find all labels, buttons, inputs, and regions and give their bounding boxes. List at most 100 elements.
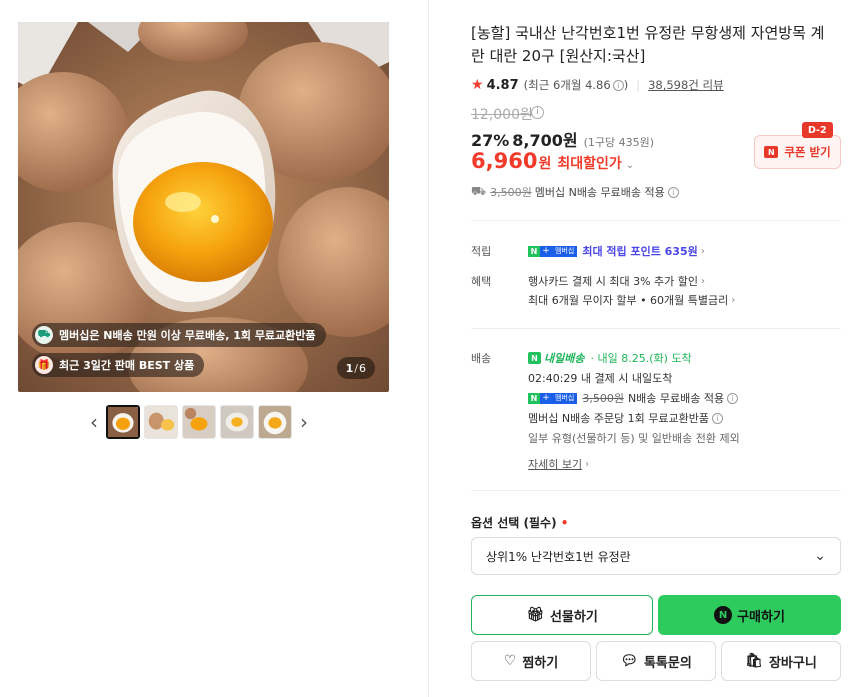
coupon-dday-badge: D-2 [802,122,833,138]
original-price: 12,000원 [471,107,533,123]
thumbnail-5[interactable] [258,405,292,439]
rating-row: ★ 4.87 (최근 6개월 4.86 i ) | 38,598건 리뷰 [471,77,724,93]
heart-icon: ♡ [503,653,517,669]
max-discount-price: 6,960 [471,149,538,173]
gift-icon: 🎁︎ [526,607,544,623]
coupon-button[interactable]: N 쿠폰 받기 [754,135,841,169]
thumbnail-strip: ‹ › [84,405,314,439]
perks-label: 혜택 [471,275,492,288]
option-select[interactable]: 상위1% 난각번호1번 유정란 ⌄ [471,537,841,575]
rating-score: 4.87 [486,77,519,93]
separator: | [636,78,641,92]
delivery-truck-icon: ⛟ [35,326,53,344]
cart-icon: 🛍︎ [745,653,763,669]
chevron-down-icon: ⌄ [625,160,635,171]
delivery-arrival-row: N 내일배송 · 내일 8.25.(화) 도착 [528,350,692,366]
thumbnail-1[interactable] [106,405,140,439]
image-counter-current: 1 [345,361,354,375]
shipping-summary: ⛟ 3,500원 멤버십 N배송 무료배송 적용 i [471,184,679,200]
delivery-free-row: N + 멤버십 3,500원 N배송 무료배송 적용 i [528,390,739,406]
coupon-label: 쿠폰 받기 [784,145,831,159]
sale-price-row: 27% 8,700원 (1구당 435원) [471,127,654,151]
info-icon[interactable]: i [712,412,724,424]
max-discount-row[interactable]: 6,960 원 최대할인가 ⌄ [471,149,634,173]
chevron-right-icon: › [701,275,705,287]
chevron-right-icon: › [700,245,705,257]
cart-button[interactable]: 🛍︎ 장바구니 [721,641,841,681]
best-seller-badge-text: 최근 3일간 판매 BEST 상품 [59,359,195,372]
returns-row: 멤버십 N배송 주문당 1회 무료교환반품 i [528,410,724,426]
shipping-free-text: 멤버십 N배송 무료배송 적용 [534,186,665,199]
buy-button[interactable]: N 구매하기 [658,595,841,635]
sale-price: 8,700원 [512,131,578,150]
tomorrow-label: 내일배송 [544,352,585,365]
info-icon[interactable]: i [727,392,739,404]
perk-installment-text: 최대 6개월 무이자 할부 • 60개월 특별금리 [528,294,729,307]
product-title: [농할] 국내산 난각번호1번 유정란 무항생제 자연방목 계란 대란 20구 … [471,24,825,65]
gift-button[interactable]: 🎁︎ 선물하기 [471,595,653,635]
naver-n-icon: N [714,606,733,624]
points-text: 최대 적립 포인트 635원 [582,245,698,258]
unit-price: (1구당 435원) [583,136,655,149]
price-info-icon[interactable]: i [531,106,544,119]
membership-badge: ⛟ 멤버십은 N배송 만원 이상 무료배송, 1회 무료교환반품 [32,323,326,347]
image-counter-total: 6 [359,361,366,375]
section-divider [471,220,841,221]
talktalk-inquiry-button[interactable]: 💬︎ 톡톡문의 [596,641,716,681]
option-label-text: 옵션 선택 (필수) [471,516,557,530]
section-divider [471,490,841,491]
delivery-free-text: N배송 무료배송 적용 [627,392,725,405]
naver-membership-icon: N + 멤버십 [528,245,578,257]
points-row[interactable]: N + 멤버십 최대 적립 포인트 635원 › [528,243,705,259]
option-label: 옵션 선택 (필수) • [471,514,568,531]
image-counter-separator: / [354,361,358,375]
rating-recent: (최근 6개월 4.86 [523,78,611,92]
thumbnail-4[interactable] [220,405,254,439]
image-counter: 1 / 6 [336,357,375,379]
buy-label: 구매하기 [737,609,785,625]
perk-card-text: 행사카드 결제 시 최대 3% 추가 할인 [528,275,698,288]
best-seller-badge: 🎁 최근 3일간 판매 BEST 상품 [32,353,205,377]
naver-n-icon: N [528,352,541,364]
thumbnail-2[interactable] [144,405,178,439]
info-icon[interactable]: i [667,186,679,198]
delivery-label: 배송 [471,352,492,365]
review-count-link[interactable]: 38,598건 리뷰 [648,77,724,93]
chevron-right-icon[interactable]: › [294,405,314,439]
chevron-right-icon: › [585,458,590,470]
required-mark: • [560,516,569,530]
delivery-cutoff: 02:40:29 내 결제 시 내일도착 [528,372,673,385]
chevron-down-icon: ⌄ [814,548,826,564]
arrival-date: · 내일 8.25.(화) 도착 [590,352,692,365]
points-label: 적립 [471,245,492,258]
column-divider [428,0,429,697]
wishlist-label: 찜하기 [522,655,559,671]
delivery-fee-strike: 3,500원 [582,392,624,405]
section-divider [471,328,841,329]
delivery-exception: 일부 유형(선물하기 등) 및 일반배송 전환 제외 [528,432,740,445]
info-icon[interactable]: i [612,79,624,91]
rating-recent-close: ) [623,78,629,92]
discount-percent: 27% [471,131,510,150]
max-discount-won: 원 [538,156,552,172]
perk-installment[interactable]: 최대 6개월 무이자 할부 • 60개월 특별금리 › [528,292,735,308]
talktalk-label: 톡톡문의 [643,655,692,671]
gift-icon: 🎁 [35,356,53,374]
gift-label: 선물하기 [549,609,598,625]
thumbnail-3[interactable] [182,405,216,439]
cart-label: 장바구니 [768,655,817,671]
returns-text: 멤버십 N배송 주문당 1회 무료교환반품 [528,412,710,425]
chat-bubble-icon: 💬︎ [620,653,638,669]
more-details-text: 자세히 보기 [528,458,583,471]
perk-card-discount[interactable]: 행사카드 결제 시 최대 3% 추가 할인 › [528,273,705,289]
product-main-image[interactable]: ⛟ 멤버십은 N배송 만원 이상 무료배송, 1회 무료교환반품 🎁 최근 3일… [18,22,389,392]
star-icon: ★ [471,77,484,93]
naver-membership-icon: N + 멤버십 [528,392,578,404]
tomorrow-delivery-badge: N 내일배송 [528,350,584,366]
wishlist-button[interactable]: ♡ 찜하기 [471,641,591,681]
chevron-left-icon[interactable]: ‹ [84,405,104,439]
chevron-right-icon: › [731,294,736,306]
membership-badge-text: 멤버십은 N배송 만원 이상 무료배송, 1회 무료교환반품 [59,329,316,342]
option-selected-value: 상위1% 난각번호1번 유정란 [486,549,631,564]
delivery-more-link[interactable]: 자세히 보기 › [528,456,589,472]
